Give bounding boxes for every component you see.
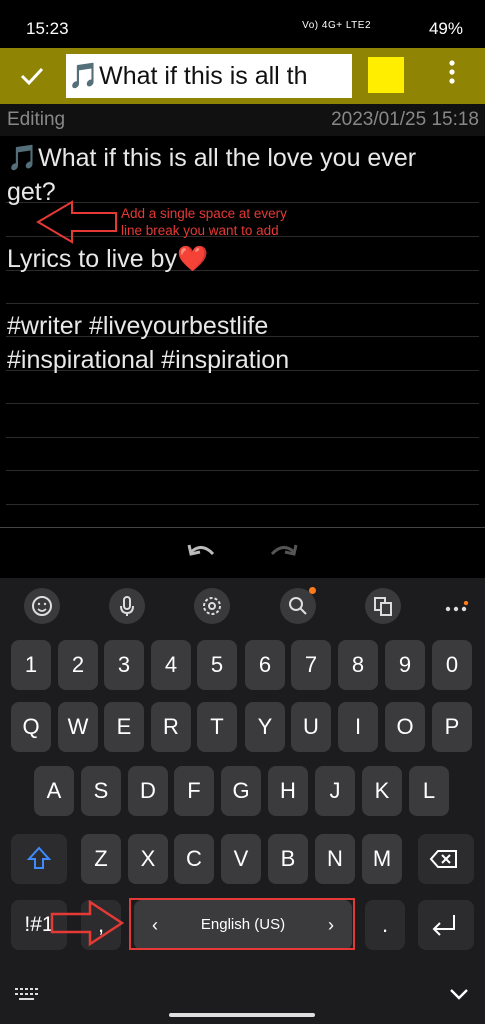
key-d[interactable]: D bbox=[128, 766, 168, 816]
network-indicators: Vo) 4G+ LTE2 bbox=[302, 20, 371, 31]
enter-icon[interactable] bbox=[418, 900, 474, 950]
ruled-line bbox=[6, 470, 479, 471]
notification-dot bbox=[309, 587, 316, 594]
annotation-text-line2: line break you want to add bbox=[121, 223, 279, 238]
key-a[interactable]: A bbox=[34, 766, 74, 816]
key-w[interactable]: W bbox=[58, 702, 98, 752]
ruled-line bbox=[6, 303, 479, 304]
annotation-arrow-right-icon bbox=[50, 900, 124, 946]
key-b[interactable]: B bbox=[268, 834, 308, 884]
key-q[interactable]: Q bbox=[11, 702, 51, 752]
key-k[interactable]: K bbox=[362, 766, 402, 816]
settings-icon[interactable] bbox=[194, 588, 230, 624]
key-i[interactable]: I bbox=[338, 702, 378, 752]
key-j[interactable]: J bbox=[315, 766, 355, 816]
key-l[interactable]: L bbox=[409, 766, 449, 816]
key-6[interactable]: 6 bbox=[245, 640, 285, 690]
undo-icon[interactable] bbox=[185, 538, 219, 572]
annotation-text-line1: Add a single space at every bbox=[121, 206, 287, 221]
key-9[interactable]: 9 bbox=[385, 640, 425, 690]
key-m[interactable]: M bbox=[362, 834, 402, 884]
key-c[interactable]: C bbox=[174, 834, 214, 884]
key-3[interactable]: 3 bbox=[104, 640, 144, 690]
edit-state: Editing bbox=[7, 109, 66, 130]
key-1[interactable]: 1 bbox=[11, 640, 51, 690]
key-7[interactable]: 7 bbox=[291, 640, 331, 690]
key-e[interactable]: E bbox=[104, 702, 144, 752]
check-icon[interactable] bbox=[18, 62, 50, 90]
keyboard: 1 2 3 4 5 6 7 8 9 0 Q W E R T Y U I O P … bbox=[0, 578, 485, 1024]
note-line: Lyrics to live by❤️ bbox=[7, 245, 209, 273]
more-vert-icon[interactable] bbox=[440, 60, 464, 92]
annotation-box bbox=[129, 898, 355, 950]
key-5[interactable]: 5 bbox=[197, 640, 237, 690]
ruled-line bbox=[6, 437, 479, 438]
key-4[interactable]: 4 bbox=[151, 640, 191, 690]
key-t[interactable]: T bbox=[197, 702, 237, 752]
mic-icon[interactable] bbox=[109, 588, 145, 624]
annotation-arrow-icon bbox=[36, 200, 117, 244]
key-z[interactable]: Z bbox=[81, 834, 121, 884]
key-x[interactable]: X bbox=[128, 834, 168, 884]
translate-icon[interactable] bbox=[365, 588, 401, 624]
key-s[interactable]: S bbox=[81, 766, 121, 816]
note-line: #writer #liveyourbestlife bbox=[7, 312, 269, 340]
shift-icon[interactable] bbox=[11, 834, 67, 884]
emoji-icon[interactable] bbox=[24, 588, 60, 624]
note-line: 🎵What if this is all the love you ever bbox=[7, 144, 417, 172]
note-title-field[interactable]: 🎵What if this is all th bbox=[66, 54, 352, 98]
note-meta-row: Editing 2023/01/25 15:18 bbox=[0, 104, 485, 136]
key-n[interactable]: N bbox=[315, 834, 355, 884]
key-p[interactable]: P bbox=[432, 702, 472, 752]
key-o[interactable]: O bbox=[385, 702, 425, 752]
key-h[interactable]: H bbox=[268, 766, 308, 816]
period-key[interactable]: . bbox=[365, 900, 405, 950]
more-horiz-icon[interactable] bbox=[444, 600, 470, 612]
note-color-swatch[interactable] bbox=[368, 57, 404, 93]
note-toolbar: 🎵What if this is all th bbox=[0, 48, 485, 104]
gesture-handle[interactable] bbox=[169, 1013, 315, 1017]
key-8[interactable]: 8 bbox=[338, 640, 378, 690]
backspace-icon[interactable] bbox=[418, 834, 474, 884]
note-editor[interactable]: 🎵What if this is all the love you ever g… bbox=[0, 136, 485, 528]
key-f[interactable]: F bbox=[174, 766, 214, 816]
key-2[interactable]: 2 bbox=[58, 640, 98, 690]
status-bar: 15:23 Vo) 4G+ LTE2 49% bbox=[0, 0, 485, 48]
chevron-down-icon[interactable] bbox=[448, 986, 470, 1002]
keyboard-icon[interactable] bbox=[14, 986, 40, 1002]
key-v[interactable]: V bbox=[221, 834, 261, 884]
battery-level: 49% bbox=[428, 19, 463, 38]
note-line: #inspirational #inspiration bbox=[7, 346, 290, 374]
undo-redo-row bbox=[0, 528, 485, 578]
redo-icon[interactable] bbox=[266, 538, 300, 572]
status-time: 15:23 bbox=[26, 19, 69, 38]
key-r[interactable]: R bbox=[151, 702, 191, 752]
key-y[interactable]: Y bbox=[245, 702, 285, 752]
ruled-line bbox=[6, 403, 479, 404]
key-g[interactable]: G bbox=[221, 766, 261, 816]
ruled-line bbox=[6, 504, 479, 505]
key-0[interactable]: 0 bbox=[432, 640, 472, 690]
navigation-bar bbox=[0, 968, 485, 1024]
note-date: 2023/01/25 15:18 bbox=[331, 109, 479, 130]
key-u[interactable]: U bbox=[291, 702, 331, 752]
